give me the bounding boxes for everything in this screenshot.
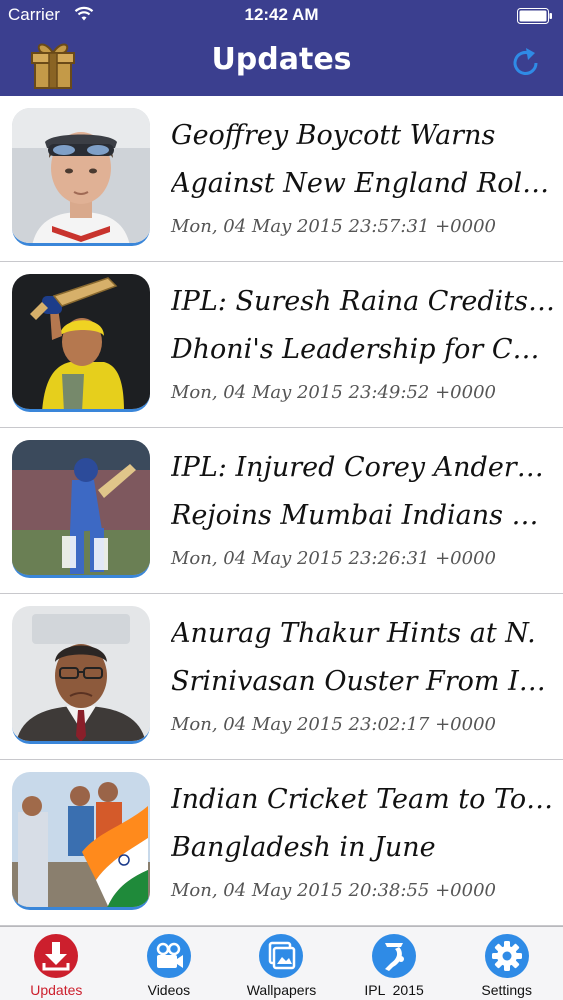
tab-wallpapers[interactable]: Wallpapers (225, 927, 338, 1000)
news-list-item[interactable]: Anurag Thakur Hints at N. Srinivasan Ous… (0, 594, 563, 760)
headline-line: Geoffrey Boycott Warns (171, 120, 496, 151)
article-headline: Anurag Thakur Hints at N. Srinivasan Ous… (171, 610, 555, 706)
news-list-item[interactable]: IPL: Injured Corey Anderson Rejoins Mumb… (0, 428, 563, 594)
headline-line: Anurag Thakur Hints at N. (171, 618, 536, 649)
article-date: Mon, 04 May 2015 23:49:52 +0000 (171, 382, 496, 403)
tab-ipl-2015[interactable]: IPL 2015 (338, 927, 451, 1000)
article-thumbnail (12, 772, 150, 910)
headline-line: Bangladesh in June (171, 832, 436, 863)
headline-line: Srinivasan Ouster From ICC (171, 666, 555, 697)
tab-label: Updates (30, 982, 83, 998)
status-time: 12:42 AM (244, 5, 319, 24)
article-date: Mon, 04 May 2015 23:02:17 +0000 (171, 714, 496, 735)
tab-settings[interactable]: Settings (450, 927, 563, 1000)
headline-line: IPL: Suresh Raina Credits MS (171, 286, 555, 317)
tab-updates[interactable]: Updates (0, 927, 113, 1000)
headline-line: Dhoni's Leadership for Chen... (171, 334, 555, 365)
article-thumbnail (12, 108, 150, 246)
battery-icon (517, 8, 552, 24)
nav-bar: Updates (0, 30, 563, 96)
article-thumbnail (12, 440, 150, 578)
article-headline: IPL: Injured Corey Anderson Rejoins Mumb… (171, 444, 555, 540)
headline-line: Rejoins Mumbai Indians Squ... (171, 500, 555, 531)
download-icon (34, 934, 79, 978)
article-date: Mon, 04 May 2015 23:57:31 +0000 (171, 216, 496, 237)
tab-bar: Updates Videos Wallpapers IPL 2015 Setti… (0, 926, 563, 1000)
news-list-item[interactable]: Indian Cricket Team to Tour Bangladesh i… (0, 760, 563, 926)
pictures-icon (259, 934, 304, 978)
page-title: Updates (211, 42, 352, 77)
article-date: Mon, 04 May 2015 23:26:31 +0000 (171, 548, 496, 569)
tab-videos[interactable]: Videos (113, 927, 226, 1000)
tab-label: Settings (481, 982, 532, 998)
article-date: Mon, 04 May 2015 20:38:55 +0000 (171, 880, 496, 901)
article-thumbnail (12, 606, 150, 744)
video-camera-icon (146, 934, 191, 978)
ipl-logo-icon (372, 934, 417, 978)
headline-line: Indian Cricket Team to Tour (171, 784, 555, 815)
headline-line: IPL: Injured Corey Anderson (171, 452, 555, 483)
article-headline: IPL: Suresh Raina Credits MS Dhoni's Lea… (171, 278, 555, 374)
tab-label: Videos (147, 982, 191, 998)
headline-line: Against New England Role f... (171, 168, 555, 199)
tab-label: IPL 2015 (364, 982, 424, 998)
status-bar: Carrier 12:42 AM (0, 0, 563, 30)
news-list-item[interactable]: Geoffrey Boycott Warns Against New Engla… (0, 96, 563, 262)
article-headline: Indian Cricket Team to Tour Bangladesh i… (171, 776, 555, 872)
news-list: Geoffrey Boycott Warns Against New Engla… (0, 96, 563, 926)
refresh-icon[interactable] (509, 46, 543, 80)
article-headline: Geoffrey Boycott Warns Against New Engla… (171, 112, 555, 208)
gear-icon (484, 934, 529, 978)
news-list-item[interactable]: IPL: Suresh Raina Credits MS Dhoni's Lea… (0, 262, 563, 428)
article-thumbnail (12, 274, 150, 412)
header: Carrier 12:42 AM Updates (0, 0, 563, 96)
tab-label: Wallpapers (246, 982, 317, 998)
